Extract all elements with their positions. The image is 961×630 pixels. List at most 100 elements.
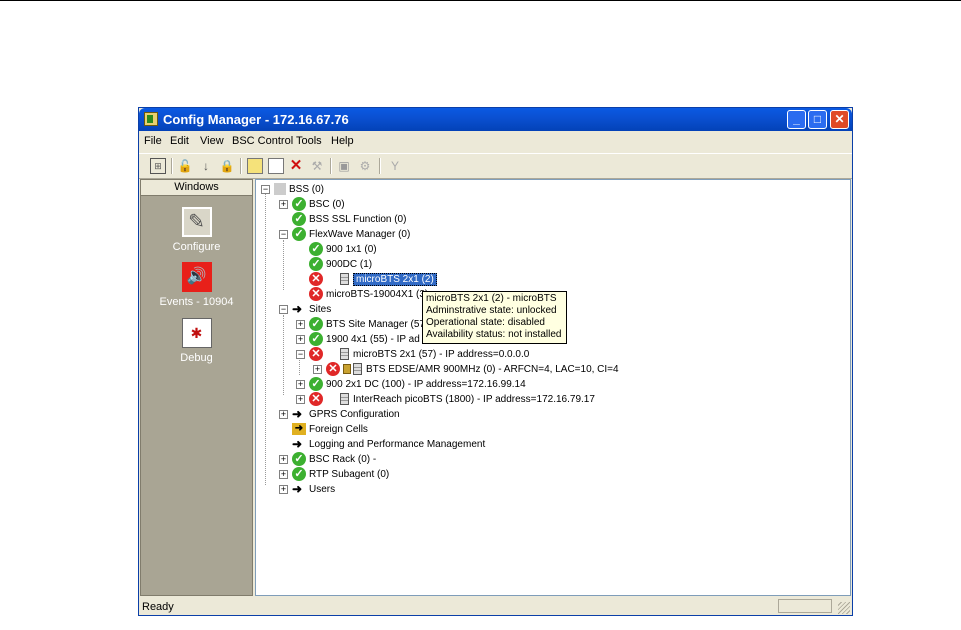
nav-debug[interactable]: ✱ Debug bbox=[141, 318, 252, 364]
status-bar: Ready bbox=[139, 597, 852, 616]
board-icon bbox=[340, 348, 349, 361]
menu-tools[interactable]: Tools bbox=[296, 135, 322, 147]
toolbar-separator bbox=[171, 158, 173, 174]
tree-node-1900-4x1[interactable]: ✓ 1900 4x1 (55) - IP ad bbox=[309, 332, 420, 347]
tree-node-label: Logging and Performance Management bbox=[309, 439, 486, 451]
error-icon: ✕ bbox=[309, 347, 323, 362]
collapse-toggle[interactable]: − bbox=[279, 305, 288, 314]
expand-toggle[interactable]: + bbox=[296, 395, 305, 404]
antenna-icon[interactable]: Y bbox=[387, 158, 403, 174]
tree-node-rtp[interactable]: ✓ RTP Subagent (0) bbox=[292, 467, 389, 482]
check-icon: ✓ bbox=[309, 332, 323, 347]
check-icon: ✓ bbox=[309, 377, 323, 392]
tree-node-label-selected: microBTS 2x1 (2) bbox=[353, 273, 437, 286]
tree-node-logging[interactable]: ➜ Logging and Performance Management bbox=[292, 437, 485, 452]
error-icon: ✕ bbox=[309, 272, 323, 287]
tree-node-label: 900 1x1 (0) bbox=[326, 244, 377, 255]
menu-view[interactable]: View bbox=[200, 135, 224, 147]
expand-toggle[interactable]: + bbox=[279, 455, 288, 464]
delete-icon[interactable]: ✕ bbox=[288, 158, 304, 174]
check-icon: ✓ bbox=[309, 242, 323, 257]
page-top-rule bbox=[0, 0, 961, 1]
tree-node-900-2x1-dc[interactable]: ✓ 900 2x1 DC (100) - IP address=172.16.99… bbox=[309, 377, 526, 392]
tree-node-sites[interactable]: ➜ Sites bbox=[292, 302, 331, 317]
tree-node-label: BSS (0) bbox=[289, 184, 325, 195]
tree-node-microbts-19004x1[interactable]: ✕ microBTS-19004X1 (3) bbox=[309, 287, 428, 302]
windows-panel: Windows ✎ Configure 🔊 Events - 10904 ✱ D… bbox=[140, 179, 253, 596]
speaker-icon: 🔊 bbox=[181, 262, 212, 292]
nav-events[interactable]: 🔊 Events - 10904 bbox=[141, 262, 252, 308]
save-icon[interactable]: ▣ bbox=[336, 158, 352, 174]
title-bar[interactable]: Config Manager - 172.16.67.76 _ □ ✕ bbox=[139, 108, 852, 131]
expand-toggle[interactable]: + bbox=[279, 485, 288, 494]
tree-node-label: Sites bbox=[309, 304, 332, 316]
menu-file[interactable]: File bbox=[144, 135, 162, 147]
menu-bsc-control[interactable]: BSC Control bbox=[232, 135, 293, 147]
config-manager-window: Config Manager - 172.16.67.76 _ □ ✕ File… bbox=[138, 107, 853, 616]
error-icon: ✕ bbox=[309, 392, 323, 407]
tree-node-bss-ssl[interactable]: ✓ BSS SSL Function (0) bbox=[292, 212, 406, 227]
toolbar-separator bbox=[379, 158, 381, 174]
tree-node-interreach[interactable]: ✕ InterReach picoBTS (1800) - IP address=… bbox=[309, 392, 595, 407]
tree-node-bsc-rack[interactable]: ✓ BSC Rack (0) - bbox=[292, 452, 376, 467]
tree-node-bss[interactable]: BSS (0) bbox=[274, 182, 324, 197]
nav-configure[interactable]: ✎ Configure bbox=[141, 207, 252, 253]
tree-node-foreign-cells[interactable]: ➜ Foreign Cells bbox=[292, 422, 368, 437]
bss-icon bbox=[274, 183, 286, 196]
expand-toggle[interactable]: + bbox=[279, 200, 288, 209]
tree-node-bsc[interactable]: ✓ BSC (0) bbox=[292, 197, 345, 212]
tree-view-icon[interactable]: ⊞ bbox=[150, 158, 166, 174]
expand-toggle[interactable]: + bbox=[296, 320, 305, 329]
tooltip-line: microBTS 2x1 (2) - microBTS bbox=[426, 293, 557, 304]
arrow-icon: ➜ bbox=[292, 407, 303, 421]
gear-icon[interactable]: ⚙ bbox=[357, 158, 373, 174]
expand-toggle[interactable]: + bbox=[279, 410, 288, 419]
menu-help[interactable]: Help bbox=[331, 135, 354, 147]
tree-node-label: microBTS-19004X1 (3) bbox=[326, 289, 429, 300]
tree-node-label: 1900 4x1 (55) - IP ad bbox=[326, 334, 420, 345]
lock-icon bbox=[343, 364, 351, 375]
tree-node-900-1x1[interactable]: ✓ 900 1x1 (0) bbox=[309, 242, 377, 257]
expand-toggle[interactable]: + bbox=[279, 470, 288, 479]
collapse-toggle[interactable]: − bbox=[296, 350, 305, 359]
toolbar: ⊞ 🔓 ↓ 🔒 ✕ ⚒ ▣ ⚙ Y bbox=[139, 153, 852, 179]
nav-debug-label: Debug bbox=[180, 352, 213, 364]
tree-node-label: microBTS 2x1 (57) - IP address=0.0.0.0 bbox=[353, 349, 530, 360]
minimize-button[interactable]: _ bbox=[787, 110, 806, 129]
paste-icon[interactable] bbox=[268, 158, 284, 174]
window-title: Config Manager - 172.16.67.76 bbox=[163, 112, 349, 127]
expand-toggle[interactable]: + bbox=[313, 365, 322, 374]
tree-guide-line bbox=[283, 315, 284, 395]
error-icon: ✕ bbox=[309, 287, 323, 302]
tree-node-flexwave[interactable]: ✓ FlexWave Manager (0) bbox=[292, 227, 410, 242]
down-arrow-icon[interactable]: ↓ bbox=[198, 158, 214, 174]
tree-node-microbts-2x1[interactable]: ✕ microBTS 2x1 (2) bbox=[309, 272, 437, 287]
tree-node-label: BTS EDSE/AMR 900MHz (0) - ARFCN=4, LAC=1… bbox=[366, 364, 619, 375]
windows-panel-header: Windows bbox=[141, 180, 252, 196]
expand-toggle[interactable]: + bbox=[296, 380, 305, 389]
tree-node-gprs[interactable]: ➜ GPRS Configuration bbox=[292, 407, 400, 422]
menu-edit[interactable]: Edit bbox=[170, 135, 189, 147]
node-tooltip: microBTS 2x1 (2) - microBTS Adminstrativ… bbox=[422, 291, 567, 344]
close-button[interactable]: ✕ bbox=[830, 110, 849, 129]
tree-node-site-microbts[interactable]: ✕ microBTS 2x1 (57) - IP address=0.0.0.0 bbox=[309, 347, 529, 362]
lock-icon[interactable]: 🔒 bbox=[219, 158, 235, 174]
resize-grip-icon[interactable] bbox=[838, 602, 850, 614]
collapse-toggle[interactable]: − bbox=[261, 185, 270, 194]
tree-node-bts-edge[interactable]: ✕ BTS EDSE/AMR 900MHz (0) - ARFCN=4, LAC=… bbox=[326, 362, 619, 377]
tool-icon[interactable]: ⚒ bbox=[309, 158, 325, 174]
tree-node-users[interactable]: ➜ Users bbox=[292, 482, 335, 497]
maximize-button[interactable]: □ bbox=[808, 110, 827, 129]
check-icon: ✓ bbox=[309, 317, 323, 332]
tree-node-bts-site-manager[interactable]: ✓ BTS Site Manager (57 bbox=[309, 317, 425, 332]
tree-node-900dc[interactable]: ✓ 900DC (1) bbox=[309, 257, 372, 272]
expand-toggle[interactable]: + bbox=[296, 335, 305, 344]
unlock-icon[interactable]: 🔓 bbox=[177, 158, 193, 174]
tooltip-line: Adminstrative state: unlocked bbox=[426, 305, 557, 316]
error-icon: ✕ bbox=[326, 362, 340, 377]
properties-icon[interactable] bbox=[247, 158, 263, 174]
tree-node-label: FlexWave Manager (0) bbox=[309, 229, 411, 240]
toolbar-separator bbox=[330, 158, 332, 174]
collapse-toggle[interactable]: − bbox=[279, 230, 288, 239]
board-icon bbox=[340, 393, 349, 406]
